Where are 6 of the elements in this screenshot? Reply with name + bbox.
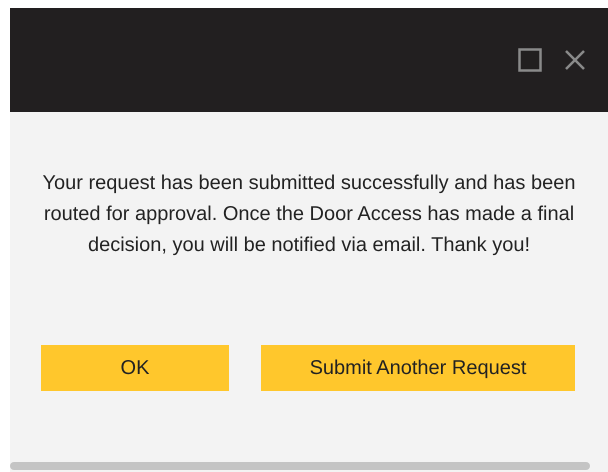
- close-icon[interactable]: [564, 49, 586, 71]
- submit-another-button[interactable]: Submit Another Request: [261, 345, 575, 391]
- maximize-icon[interactable]: [518, 48, 542, 72]
- confirmation-message: Your request has been submitted successfully and has been routed for approval. Once the Door Access has made a final decision, you will be notified via email. Thank you!: [42, 171, 576, 258]
- scrollbar[interactable]: [10, 462, 590, 470]
- ok-button[interactable]: OK: [41, 345, 229, 391]
